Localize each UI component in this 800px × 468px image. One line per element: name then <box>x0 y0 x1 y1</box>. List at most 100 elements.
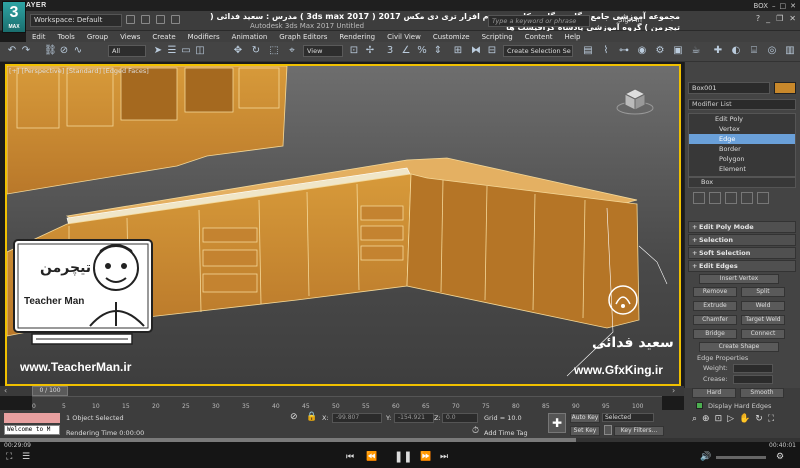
fov-icon[interactable]: ▷ <box>727 414 734 424</box>
workspace-dropdown[interactable]: Workspace: Default <box>30 14 122 27</box>
stack-item-edge[interactable]: Edge <box>689 134 795 144</box>
rollout-soft-selection[interactable]: Soft Selection <box>688 247 796 259</box>
menu-item-group[interactable]: Group <box>81 33 114 41</box>
percent-snap-icon[interactable]: % <box>416 45 428 57</box>
stack-base-object[interactable]: Box <box>688 177 796 188</box>
named-selection-dropdown[interactable]: Create Selection Se <box>503 45 573 57</box>
menu-item-scripting[interactable]: Scripting <box>476 33 519 41</box>
remove-modifier-icon[interactable] <box>741 192 753 204</box>
menu-item-views[interactable]: Views <box>114 33 146 41</box>
time-slider[interactable]: ‹ 0 / 100 › <box>0 386 684 396</box>
target-weld-button[interactable]: Target Weld <box>741 315 785 325</box>
stack-item-polygon[interactable]: Polygon <box>689 154 795 164</box>
menu-item-modifiers[interactable]: Modifiers <box>182 33 226 41</box>
maxscript-listener-input[interactable]: Welcome to M <box>4 425 60 435</box>
menu-item-edit[interactable]: Edit <box>26 33 52 41</box>
scale-icon[interactable]: ⬚ <box>268 45 280 57</box>
save-icon[interactable] <box>156 15 165 24</box>
hierarchy-tab-icon[interactable]: ⌸ <box>748 45 760 57</box>
modify-tab-icon[interactable]: ◐ <box>730 45 742 57</box>
isolate-icon[interactable]: ⊘ <box>290 412 298 422</box>
maximize-icon[interactable]: □ <box>780 2 787 10</box>
make-unique-icon[interactable] <box>725 192 737 204</box>
sign-in-button[interactable]: Sign In <box>618 16 642 24</box>
render-setup-icon[interactable]: ⚙ <box>654 45 666 57</box>
restore-icon[interactable]: ❐ <box>776 14 783 23</box>
z-coordinate-field[interactable]: 0.0 <box>442 413 478 423</box>
menu-item-civil-view[interactable]: Civil View <box>381 33 427 41</box>
maximize-viewport-icon[interactable]: ⛶ <box>768 414 774 424</box>
render-icon[interactable]: ☕ <box>690 45 702 57</box>
snaps-toggle-icon[interactable]: 3 <box>384 45 396 57</box>
key-filters-button[interactable]: Key Filters... <box>614 426 664 436</box>
bind-spacewarp-icon[interactable]: ∿ <box>72 45 84 57</box>
select-by-name-icon[interactable]: ☰ <box>166 45 178 57</box>
object-color-swatch[interactable] <box>774 82 796 94</box>
minimize-icon[interactable]: _ <box>766 14 770 23</box>
zoom-extents-icon[interactable]: ⊡ <box>715 414 723 424</box>
stack-item-element[interactable]: Element <box>689 164 795 174</box>
settings-icon[interactable]: ⚙ <box>776 452 784 462</box>
move-icon[interactable]: ✥ <box>232 45 244 57</box>
next-icon[interactable]: ⏭ <box>440 452 448 462</box>
selection-lock-icon[interactable]: 🔒 <box>306 412 317 422</box>
menu-item-customize[interactable]: Customize <box>427 33 476 41</box>
spinner-snap-icon[interactable]: ⇕ <box>432 45 444 57</box>
menu-item-tools[interactable]: Tools <box>52 33 81 41</box>
reference-coordinate-dropdown[interactable]: View <box>303 45 343 57</box>
undo-icon[interactable]: ↶ <box>6 45 18 57</box>
menu-item-content[interactable]: Content <box>519 33 559 41</box>
rect-region-icon[interactable]: ▭ <box>180 45 192 57</box>
place-icon[interactable]: ⌖ <box>286 45 298 57</box>
connect-button[interactable]: Connect <box>741 329 785 339</box>
layer-explorer-icon[interactable]: ▤ <box>582 45 594 57</box>
material-editor-icon[interactable]: ◉ <box>636 45 648 57</box>
time-slider-next-icon[interactable]: › <box>672 386 675 395</box>
prev-icon[interactable]: ⏮ <box>346 452 354 462</box>
select-manipulate-icon[interactable]: ✢ <box>364 45 376 57</box>
weight-input[interactable] <box>733 364 773 373</box>
pause-icon[interactable]: ❚❚ <box>394 450 412 463</box>
set-key-icon[interactable]: ✚ <box>548 413 566 433</box>
help-icon[interactable]: ? <box>756 14 760 23</box>
auto-key-button[interactable]: Auto Key <box>570 413 600 423</box>
display-tab-icon[interactable]: ▥ <box>784 45 796 57</box>
weld-button[interactable]: Weld <box>741 301 785 311</box>
edit-named-selection-icon[interactable]: ⊞ <box>452 45 464 57</box>
modifier-list-dropdown[interactable]: Modifier List <box>688 99 796 110</box>
align-icon[interactable]: ⊟ <box>486 45 498 57</box>
menu-item-animation[interactable]: Animation <box>226 33 274 41</box>
fullscreen-icon[interactable]: ⛶ <box>6 452 12 462</box>
time-slider-thumb[interactable]: 0 / 100 <box>32 386 68 396</box>
stack-item-edit-poly[interactable]: Edit Poly <box>689 114 795 124</box>
bridge-button[interactable]: Bridge <box>693 329 737 339</box>
schematic-view-icon[interactable]: ⊶ <box>618 45 630 57</box>
selected-set-dropdown[interactable]: Selected <box>602 413 654 422</box>
rollout-edit-edges[interactable]: Edit Edges <box>688 260 796 272</box>
volume-slider[interactable] <box>716 456 766 459</box>
time-slider-prev-icon[interactable]: ‹ <box>4 386 7 395</box>
rollout-edit-poly-mode[interactable]: Edit Poly Mode <box>688 221 796 233</box>
redo-icon[interactable]: ↷ <box>20 45 32 57</box>
angle-snap-icon[interactable]: ∠ <box>400 45 412 57</box>
search-input[interactable]: Type a keyword or phrase <box>488 15 590 27</box>
forward-icon[interactable]: ⏩ <box>420 452 431 462</box>
x-coordinate-field[interactable]: -99.807 <box>332 413 382 423</box>
remove-button[interactable]: Remove <box>693 287 737 297</box>
extrude-button[interactable]: Extrude <box>693 301 737 311</box>
pivot-icon[interactable]: ⊡ <box>348 45 360 57</box>
rewind-icon[interactable]: ⏪ <box>366 452 377 462</box>
mirror-icon[interactable]: ⧓ <box>470 45 482 57</box>
menu-item-create[interactable]: Create <box>146 33 181 41</box>
rendered-frame-icon[interactable]: ▣ <box>672 45 684 57</box>
link-icon[interactable]: ⛓ <box>44 45 57 57</box>
zoom-all-icon[interactable]: ⊕ <box>702 414 710 424</box>
split-button[interactable]: Split <box>741 287 785 297</box>
curve-editor-icon[interactable]: ⌇ <box>600 45 612 57</box>
crease-input[interactable] <box>733 375 773 384</box>
add-time-tag[interactable]: Add Time Tag <box>484 429 528 437</box>
unlink-icon[interactable]: ⊘ <box>58 45 70 57</box>
zoom-icon[interactable]: ⌕ <box>692 414 697 424</box>
playback-progress[interactable] <box>0 438 800 442</box>
close-icon[interactable]: ✕ <box>790 2 796 10</box>
